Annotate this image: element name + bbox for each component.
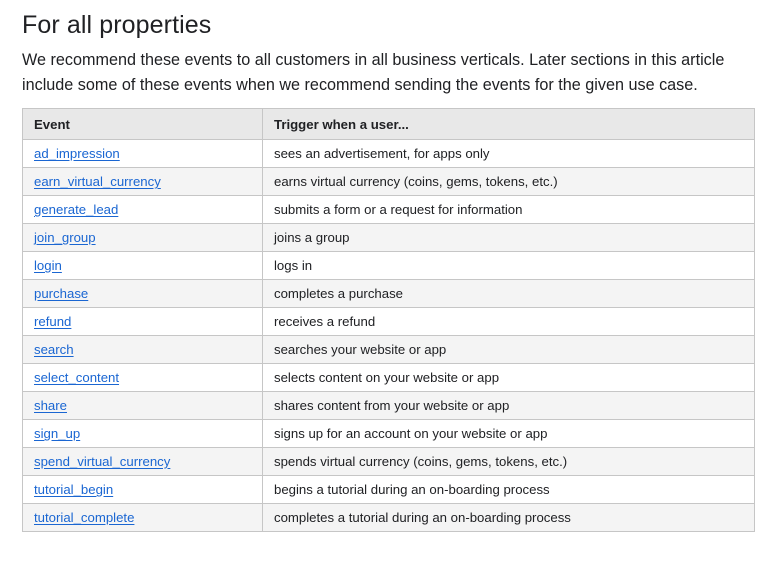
event-link[interactable]: generate_lead [34, 202, 118, 217]
trigger-cell: joins a group [262, 223, 755, 252]
event-link[interactable]: tutorial_complete [34, 510, 134, 525]
table-row: tutorial_complete completes a tutorial d… [22, 503, 755, 532]
event-cell: earn_virtual_currency [22, 167, 263, 196]
event-cell: join_group [22, 223, 263, 252]
events-table: Event Trigger when a user... ad_impressi… [22, 108, 755, 532]
event-link[interactable]: spend_virtual_currency [34, 454, 170, 469]
event-cell: spend_virtual_currency [22, 447, 263, 476]
event-link[interactable]: sign_up [34, 426, 80, 441]
event-cell: share [22, 391, 263, 420]
trigger-cell: logs in [262, 251, 755, 280]
event-cell: search [22, 335, 263, 364]
trigger-cell: shares content from your website or app [262, 391, 755, 420]
table-row: generate_lead submits a form or a reques… [22, 195, 755, 224]
trigger-cell: receives a refund [262, 307, 755, 336]
event-link[interactable]: purchase [34, 286, 88, 301]
event-link[interactable]: tutorial_begin [34, 482, 113, 497]
table-row: sign_up signs up for an account on your … [22, 419, 755, 448]
table-header-row: Event Trigger when a user... [22, 108, 755, 140]
trigger-cell: selects content on your website or app [262, 363, 755, 392]
event-cell: generate_lead [22, 195, 263, 224]
column-header-trigger: Trigger when a user... [262, 108, 755, 140]
trigger-cell: completes a purchase [262, 279, 755, 308]
table-row: refund receives a refund [22, 307, 755, 336]
event-link[interactable]: share [34, 398, 67, 413]
column-header-event: Event [22, 108, 263, 140]
event-link[interactable]: join_group [34, 230, 96, 245]
trigger-cell: begins a tutorial during an on-boarding … [262, 475, 755, 504]
table-body: ad_impression sees an advertisement, for… [22, 139, 755, 532]
event-link[interactable]: earn_virtual_currency [34, 174, 161, 189]
event-link[interactable]: search [34, 342, 74, 357]
event-cell: tutorial_complete [22, 503, 263, 532]
event-cell: purchase [22, 279, 263, 308]
section-intro: We recommend these events to all custome… [22, 51, 725, 94]
table-row: spend_virtual_currency spends virtual cu… [22, 447, 755, 476]
page: For all properties We recommend these ev… [0, 0, 768, 568]
table-row: search searches your website or app [22, 335, 755, 364]
table-row: purchase completes a purchase [22, 279, 755, 308]
table-row: select_content selects content on your w… [22, 363, 755, 392]
trigger-cell: sees an advertisement, for apps only [262, 139, 755, 168]
event-cell: sign_up [22, 419, 263, 448]
event-cell: select_content [22, 363, 263, 392]
table-row: ad_impression sees an advertisement, for… [22, 139, 755, 168]
event-cell: tutorial_begin [22, 475, 263, 504]
table-row: login logs in [22, 251, 755, 280]
event-link[interactable]: refund [34, 314, 71, 329]
trigger-cell: signs up for an account on your website … [262, 419, 755, 448]
table-row: share shares content from your website o… [22, 391, 755, 420]
trigger-cell: submits a form or a request for informat… [262, 195, 755, 224]
event-link[interactable]: select_content [34, 370, 119, 385]
trigger-cell: searches your website or app [262, 335, 755, 364]
event-cell: login [22, 251, 263, 280]
table-header: Event Trigger when a user... [22, 108, 755, 140]
event-link[interactable]: login [34, 258, 62, 273]
trigger-cell: earns virtual currency (coins, gems, tok… [262, 167, 755, 196]
table-row: join_group joins a group [22, 223, 755, 252]
table-row: tutorial_begin begins a tutorial during … [22, 475, 755, 504]
event-cell: refund [22, 307, 263, 336]
table-row: earn_virtual_currency earns virtual curr… [22, 167, 755, 196]
event-link[interactable]: ad_impression [34, 146, 120, 161]
section-title: For all properties [22, 11, 212, 39]
trigger-cell: completes a tutorial during an on-boardi… [262, 503, 755, 532]
trigger-cell: spends virtual currency (coins, gems, to… [262, 447, 755, 476]
event-cell: ad_impression [22, 139, 263, 168]
